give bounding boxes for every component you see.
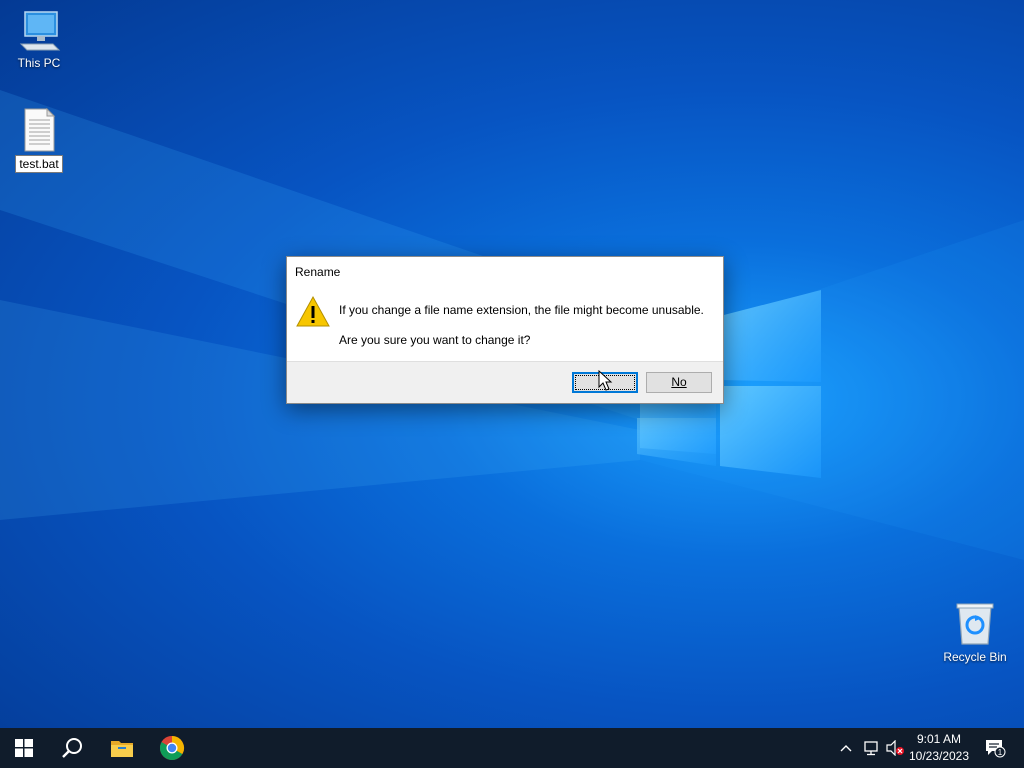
- notifications-icon: 1: [986, 740, 1006, 758]
- desktop-icon-label: This PC: [17, 56, 61, 70]
- desktop-icon-label: test.bat: [15, 155, 63, 173]
- taskbar-file-explorer[interactable]: [98, 728, 146, 768]
- search-button[interactable]: [48, 728, 96, 768]
- network-icon: [864, 741, 878, 756]
- dialog-button-bar: No: [287, 361, 723, 403]
- taskbar-clock[interactable]: 9:01 AM 10/23/2023: [906, 731, 972, 765]
- rename-confirm-dialog: Rename If you change a file name extensi…: [286, 256, 724, 404]
- dialog-message: If you change a file name extension, the…: [339, 303, 704, 317]
- volume-button[interactable]: [884, 728, 906, 768]
- action-center-button[interactable]: 1: [980, 728, 1010, 768]
- desktop-icon-this-pc[interactable]: This PC: [4, 10, 74, 71]
- dialog-title: Rename: [295, 265, 341, 279]
- search-icon: [62, 738, 82, 758]
- chevron-up-icon: [840, 745, 852, 752]
- taskbar-chrome[interactable]: [148, 728, 196, 768]
- clock-time: 9:01 AM: [916, 732, 962, 746]
- file-explorer-icon: [111, 741, 133, 757]
- taskbar: 9:01 AM 10/23/2023 1: [0, 728, 1024, 768]
- no-button[interactable]: No: [646, 372, 712, 393]
- notification-count: 1: [998, 748, 1003, 757]
- network-button[interactable]: [860, 728, 882, 768]
- desktop-icon-label: Recycle Bin: [943, 650, 1007, 664]
- no-button-label: No: [671, 375, 687, 389]
- desktop-icon-recycle-bin[interactable]: Recycle Bin: [940, 602, 1010, 665]
- warning-icon: [296, 295, 330, 327]
- recycle-bin-icon: [956, 603, 994, 645]
- windows-start-icon: [15, 739, 33, 757]
- computer-icon: [19, 11, 61, 51]
- start-button[interactable]: [0, 728, 48, 768]
- chrome-icon: [159, 736, 185, 761]
- file-icon: [24, 107, 56, 152]
- mouse-pointer-icon: [598, 370, 613, 391]
- dialog-question: Are you sure you want to change it?: [339, 333, 531, 347]
- clock-date: 10/23/2023: [908, 749, 970, 763]
- volume-muted-icon: [886, 740, 904, 756]
- show-hidden-icons-button[interactable]: [836, 728, 856, 768]
- desktop-icon-test-bat[interactable]: test.bat: [4, 107, 74, 173]
